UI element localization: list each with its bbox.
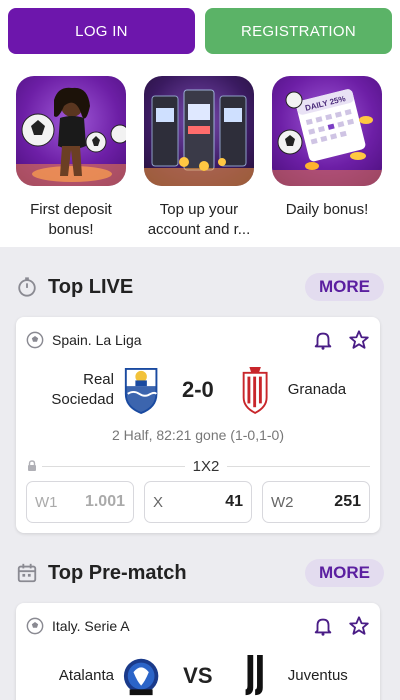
prematch-match-card[interactable]: Italy. Serie A Atalanta VS Juventus <box>16 603 380 700</box>
versus-label: VS <box>183 663 213 688</box>
odd-w1-button[interactable]: W1 1.001 <box>26 481 134 523</box>
odd-key: W2 <box>271 493 294 511</box>
stopwatch-icon <box>18 277 36 297</box>
match-status: 2 Half, 82:21 gone (1-0,1-0) <box>112 427 284 443</box>
odd-x-button[interactable]: X 41 <box>144 481 252 523</box>
soccer-ball-icon <box>26 617 44 635</box>
away-team-name: Juventus <box>287 667 348 684</box>
auth-bar: LOG IN REGISTRATION <box>0 0 400 62</box>
lock-icon <box>28 460 36 471</box>
promo-label: Top up your account and r... <box>147 201 251 238</box>
league-name: Spain. La Liga <box>52 332 142 348</box>
top-live-more-button[interactable]: MORE <box>305 273 384 301</box>
daily-calendar-promo-icon: DAILY 25% <box>272 76 382 186</box>
odd-value: 1.001 <box>84 493 125 510</box>
favorite-star-icon[interactable] <box>348 615 370 637</box>
odd-key: X <box>153 493 164 511</box>
promo-label: First deposit bonus! <box>30 201 112 238</box>
away-team-name: Granada <box>287 381 347 398</box>
odd-value: 251 <box>334 493 361 510</box>
promo-daily-bonus[interactable]: DAILY 25% Daily bonus! <box>272 76 382 247</box>
odds-row: W1 1.001 X 41 W2 251 <box>26 481 370 523</box>
real-sociedad-crest-icon <box>124 368 158 414</box>
top-live-header: Top LIVE MORE <box>0 257 400 317</box>
home-team-name: Real Sociedad <box>51 371 114 408</box>
top-prematch-more-button[interactable]: MORE <box>305 559 384 587</box>
market-label: 1X2 <box>192 457 220 475</box>
promo-carousel: First deposit bonus! Top up your account… <box>0 62 400 247</box>
login-button[interactable]: LOG IN <box>8 8 195 54</box>
atalanta-crest-icon <box>123 658 159 696</box>
section-title: Top LIVE <box>48 275 134 298</box>
soccer-ball-icon <box>26 331 44 349</box>
favorite-star-icon[interactable] <box>348 329 370 351</box>
bell-icon[interactable] <box>312 329 334 351</box>
calendar-icon <box>17 563 37 583</box>
odd-value: 41 <box>225 493 243 510</box>
granada-crest-icon <box>242 367 268 415</box>
match-score: 2-0 <box>181 377 214 402</box>
odd-key: W1 <box>35 493 58 511</box>
top-prematch-header: Top Pre-match MORE <box>0 543 400 603</box>
home-team-name: Atalanta <box>58 667 114 684</box>
promo-label: Daily bonus! <box>285 201 369 218</box>
promo-first-deposit[interactable]: First deposit bonus! <box>16 76 126 247</box>
registration-button[interactable]: REGISTRATION <box>205 8 392 54</box>
league-name: Italy. Serie A <box>52 618 130 634</box>
section-title: Top Pre-match <box>48 561 187 584</box>
odd-w2-button[interactable]: W2 251 <box>262 481 370 523</box>
live-match-card[interactable]: Spain. La Liga Real Sociedad 2-0 Granada… <box>16 317 380 533</box>
bell-icon[interactable] <box>312 615 334 637</box>
juventus-crest-icon <box>245 654 263 696</box>
slot-machines-promo-icon <box>144 76 254 186</box>
promo-top-up[interactable]: Top up your account and r... <box>144 76 254 247</box>
market-row: 1X2 <box>26 455 371 477</box>
woman-soccer-promo-icon <box>16 76 126 186</box>
